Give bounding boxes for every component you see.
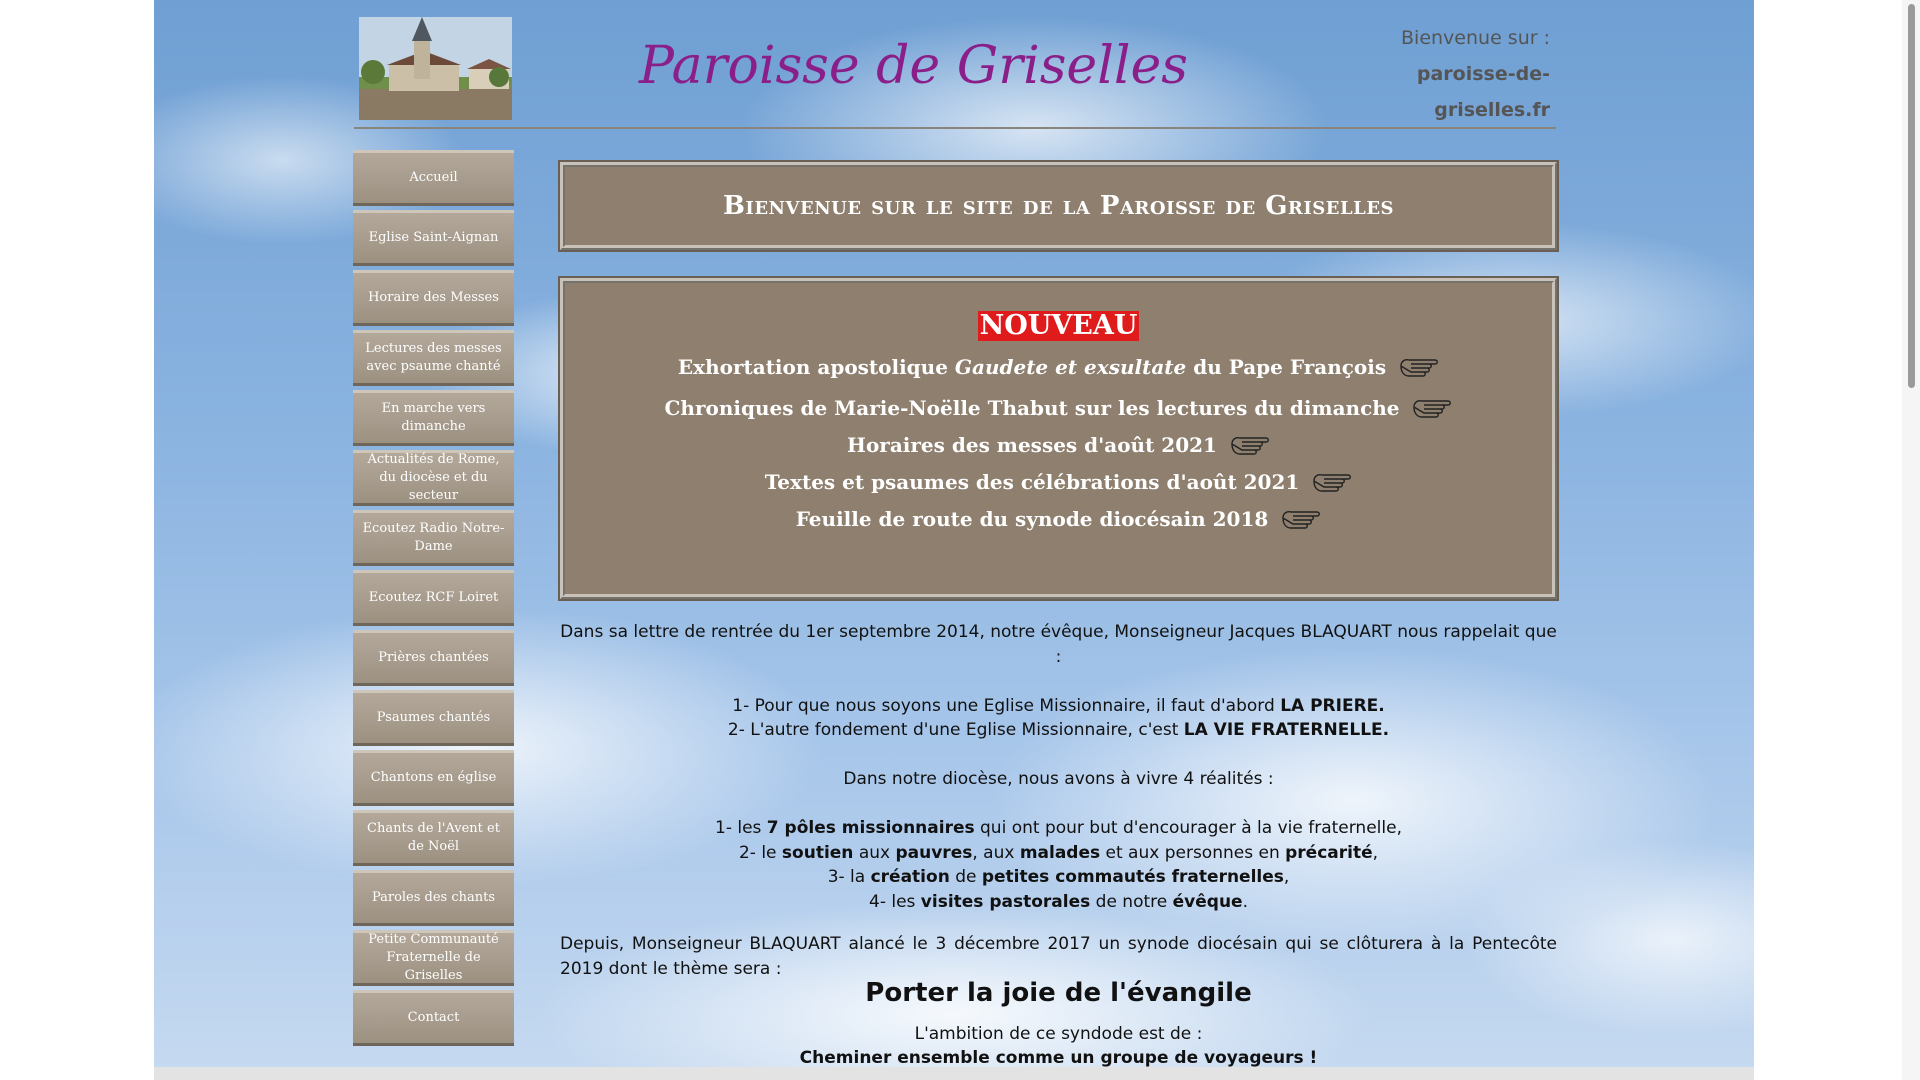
reality-4-bold-b: visites pastorales bbox=[920, 891, 1091, 912]
reality-2-bold-b: soutien bbox=[781, 842, 854, 863]
reality-2-text-a: 2- le bbox=[738, 842, 782, 863]
news-link-exhortation[interactable]: Exhortation apostolique Gaudete et exsul… bbox=[565, 355, 1552, 382]
nav-item-lectures-messes[interactable]: Lectures des messes avec psaume chanté bbox=[353, 330, 514, 386]
site-title: Paroisse de Griselles bbox=[639, 36, 1188, 96]
header-divider bbox=[354, 127, 1556, 129]
welcome-title: Bienvenue sur le site de la Paroisse de … bbox=[722, 191, 1395, 221]
synode-paragraph: Depuis, Monseigneur BLAQUART alancé le 3… bbox=[560, 934, 1557, 979]
reality-3: 3- la création de petites commautés frat… bbox=[560, 865, 1557, 890]
news-link-horaires-text: Horaires des messes d'août 2021 bbox=[847, 433, 1217, 457]
reality-3-text-c: de bbox=[949, 867, 982, 887]
reality-4: 4- les visites pastorales de notre évêqu… bbox=[560, 890, 1557, 915]
nav-item-paroles-chants[interactable]: Paroles des chants bbox=[353, 870, 514, 926]
point-priere: 1- Pour que nous soyons une Eglise Missi… bbox=[560, 694, 1557, 719]
reality-2-text-e: , aux bbox=[972, 842, 1020, 863]
pointing-hand-icon bbox=[1412, 396, 1452, 423]
news-link-exhortation-text-2: du Pape François bbox=[1186, 355, 1387, 379]
reality-4-text-e: . bbox=[1242, 891, 1248, 912]
reality-2-bold-f: malades bbox=[1019, 842, 1101, 863]
nav-item-petite-communaute[interactable]: Petite Communauté Fraternelle de Grisell… bbox=[353, 930, 514, 986]
reality-3-text-a: 3- la bbox=[827, 867, 871, 887]
reality-2-bold-h: précarité bbox=[1285, 842, 1373, 863]
nav-item-prieres-chantees[interactable]: Prières chantées bbox=[353, 630, 514, 686]
bottom-strip bbox=[154, 1067, 1754, 1080]
news-link-textes-psaumes-text: Textes et psaumes des célébrations d'aoû… bbox=[764, 470, 1300, 494]
pointing-hand-icon bbox=[1399, 355, 1439, 382]
intro-paragraph: Dans sa lettre de rentrée du 1er septemb… bbox=[560, 622, 1557, 667]
scrollbar-thumb[interactable] bbox=[1908, 4, 1915, 388]
reality-1: 1- les 7 pôles missionnaires qui ont pou… bbox=[560, 816, 1557, 841]
point-fraternite-text: 2- L'autre fondement d'une Eglise Missio… bbox=[727, 720, 1184, 740]
nav-item-eglise-saint-aignan[interactable]: Eglise Saint-Aignan bbox=[353, 210, 514, 266]
nav-item-contact[interactable]: Contact bbox=[353, 990, 514, 1046]
welcome-banner: Bienvenue sur le site de la Paroisse de … bbox=[558, 160, 1559, 252]
reality-1-text-a: 1- les bbox=[715, 818, 767, 838]
reality-1-text-c: qui ont pour but d'encourager à la vie f… bbox=[974, 818, 1402, 838]
nav-item-accueil[interactable]: Accueil bbox=[353, 150, 514, 206]
news-link-feuille-route-text: Feuille de route du synode diocésain 201… bbox=[795, 507, 1269, 531]
news-link-exhortation-title: Gaudete et exsultate bbox=[954, 355, 1187, 379]
nav-item-horaire-messes[interactable]: Horaire des Messes bbox=[353, 270, 514, 326]
point-priere-text: 1- Pour que nous soyons une Eglise Missi… bbox=[732, 695, 1281, 716]
news-link-textes-psaumes[interactable]: Textes et psaumes des célébrations d'aoû… bbox=[565, 470, 1552, 497]
domain-line-2: griselles.fr bbox=[1434, 99, 1550, 121]
reality-2-text-g: et aux personnes en bbox=[1100, 842, 1286, 863]
nav-item-radio-notre-dame[interactable]: Ecoutez Radio Notre-Dame bbox=[353, 510, 514, 566]
news-link-horaires[interactable]: Horaires des messes d'août 2021 bbox=[565, 433, 1552, 460]
reality-1-bold: 7 pôles missionnaires bbox=[766, 818, 975, 838]
news-box: NOUVEAU Exhortation apostolique Gaudete … bbox=[558, 276, 1559, 601]
domain-line-1: paroisse-de- bbox=[1416, 63, 1550, 85]
welcome-label: Bienvenue sur : bbox=[1401, 27, 1550, 49]
diocese-paragraph: Dans notre diocèse, nous avons à vivre 4… bbox=[843, 769, 1274, 789]
point-priere-bold: LA PRIERE. bbox=[1280, 695, 1385, 716]
church-logo-image[interactable] bbox=[359, 17, 512, 120]
main-content: Dans sa lettre de rentrée du 1er septemb… bbox=[560, 620, 1557, 1071]
pointing-hand-icon bbox=[1230, 433, 1270, 460]
scrollbar[interactable] bbox=[1902, 0, 1920, 1080]
sidebar-nav: Accueil Eglise Saint-Aignan Horaire des … bbox=[353, 150, 514, 1050]
reality-2: 2- le soutien aux pauvres, aux malades e… bbox=[560, 841, 1557, 866]
pointing-hand-icon bbox=[1281, 507, 1321, 534]
header-welcome: Bienvenue sur : paroisse-de- griselles.f… bbox=[1401, 20, 1550, 128]
reality-2-text-c: aux bbox=[853, 842, 896, 863]
nav-item-rcf-loiret[interactable]: Ecoutez RCF Loiret bbox=[353, 570, 514, 626]
reality-3-bold-d: petites commautés fraternelles bbox=[981, 867, 1284, 887]
news-link-feuille-route[interactable]: Feuille de route du synode diocésain 201… bbox=[565, 507, 1552, 534]
pointing-hand-icon bbox=[1312, 470, 1352, 497]
nav-item-chantons-eglise[interactable]: Chantons en église bbox=[353, 750, 514, 806]
point-fraternite: 2- L'autre fondement d'une Eglise Missio… bbox=[560, 718, 1557, 743]
reality-4-bold-d: évêque bbox=[1172, 891, 1243, 912]
point-fraternite-bold: LA VIE FRATERNELLE. bbox=[1183, 720, 1390, 740]
reality-2-text-i: , bbox=[1372, 842, 1379, 863]
nav-item-actualites[interactable]: Actualités de Rome, du diocèse et du sec… bbox=[353, 450, 514, 506]
reality-4-text-c: de notre bbox=[1090, 891, 1173, 912]
page-background: Paroisse de Griselles Bienvenue sur : pa… bbox=[154, 0, 1754, 1068]
ambition-paragraph: L'ambition de ce syndode est de : bbox=[914, 1023, 1203, 1044]
nav-item-chants-avent-noel[interactable]: Chants de l'Avent et de Noël bbox=[353, 810, 514, 866]
reality-4-text-a: 4- les bbox=[869, 891, 921, 912]
reality-2-bold-d: pauvres bbox=[895, 842, 973, 863]
reality-3-bold-b: création bbox=[870, 867, 950, 887]
news-link-chroniques[interactable]: Chroniques de Marie-Noëlle Thabut sur le… bbox=[565, 396, 1552, 423]
news-link-exhortation-text-1: Exhortation apostolique bbox=[677, 355, 955, 379]
nav-item-psaumes-chantes[interactable]: Psaumes chantés bbox=[353, 690, 514, 746]
synode-theme: Porter la joie de l'évangile bbox=[865, 978, 1252, 1008]
reality-3-text-e: , bbox=[1283, 867, 1290, 887]
nav-item-en-marche[interactable]: En marche vers dimanche bbox=[353, 390, 514, 446]
news-link-chroniques-text: Chroniques de Marie-Noëlle Thabut sur le… bbox=[664, 396, 1400, 420]
new-badge: NOUVEAU bbox=[977, 310, 1140, 341]
